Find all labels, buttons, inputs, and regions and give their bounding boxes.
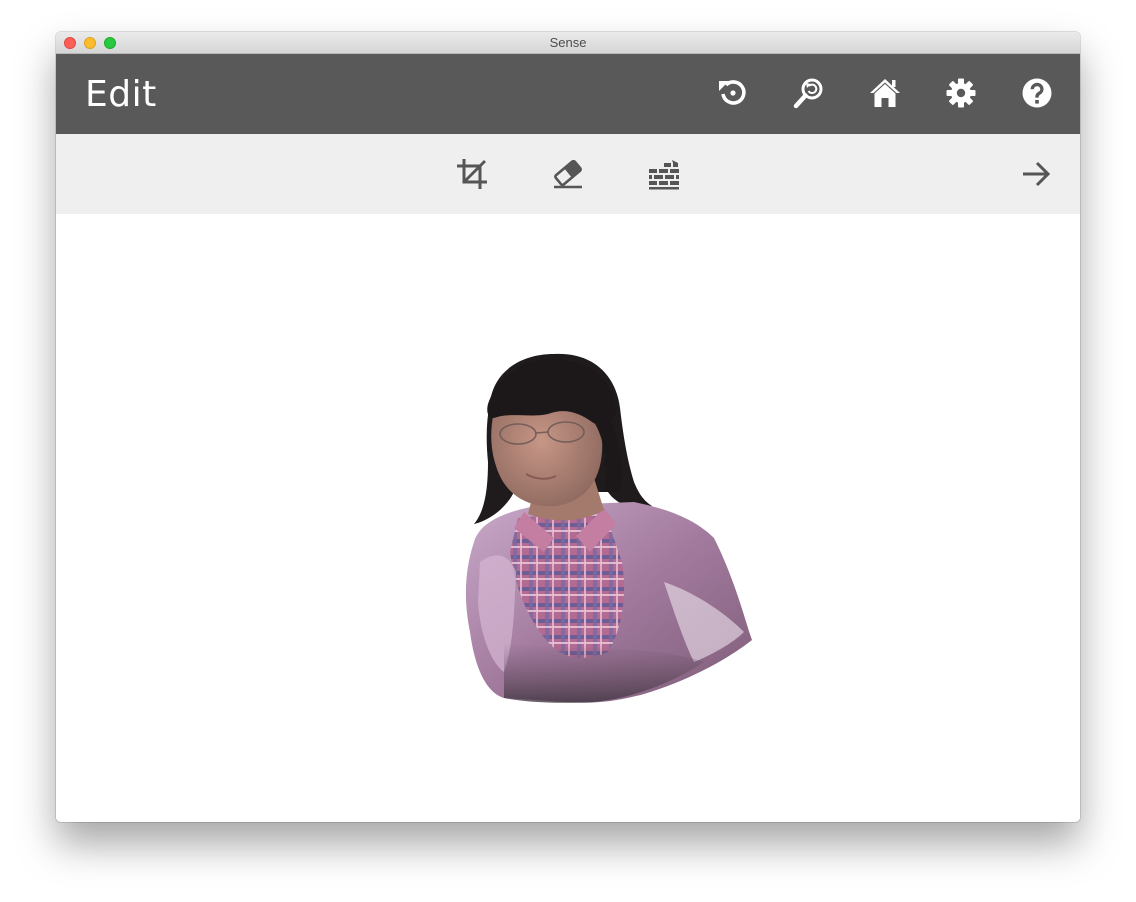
next-button[interactable] [1018,156,1054,192]
crop-icon [457,159,487,189]
home-button[interactable] [866,74,904,112]
page-title: Edit [85,74,157,115]
zoom-reset-icon [793,78,823,109]
scan-viewport[interactable] [56,214,1080,822]
window-titlebar[interactable]: Sense [56,32,1080,54]
erase-button[interactable] [550,156,586,192]
reset-icon [719,80,746,105]
arrow-right-icon [1023,161,1051,187]
settings-button[interactable] [942,74,980,112]
app-window: Sense Edit [56,32,1080,822]
solidify-button[interactable] [646,156,682,192]
edit-toolbar [56,134,1080,214]
crop-button[interactable] [454,156,490,192]
help-icon [1022,78,1052,108]
scan-model[interactable] [444,342,756,722]
help-button[interactable] [1018,74,1056,112]
brick-wall-icon [649,160,679,190]
app-header: Edit [56,54,1080,134]
window-title: Sense [549,35,587,50]
reset-button[interactable] [714,74,752,112]
zoom-reset-button[interactable] [790,74,828,112]
eraser-icon [554,159,582,189]
gear-icon [946,78,976,108]
home-icon [870,79,900,107]
